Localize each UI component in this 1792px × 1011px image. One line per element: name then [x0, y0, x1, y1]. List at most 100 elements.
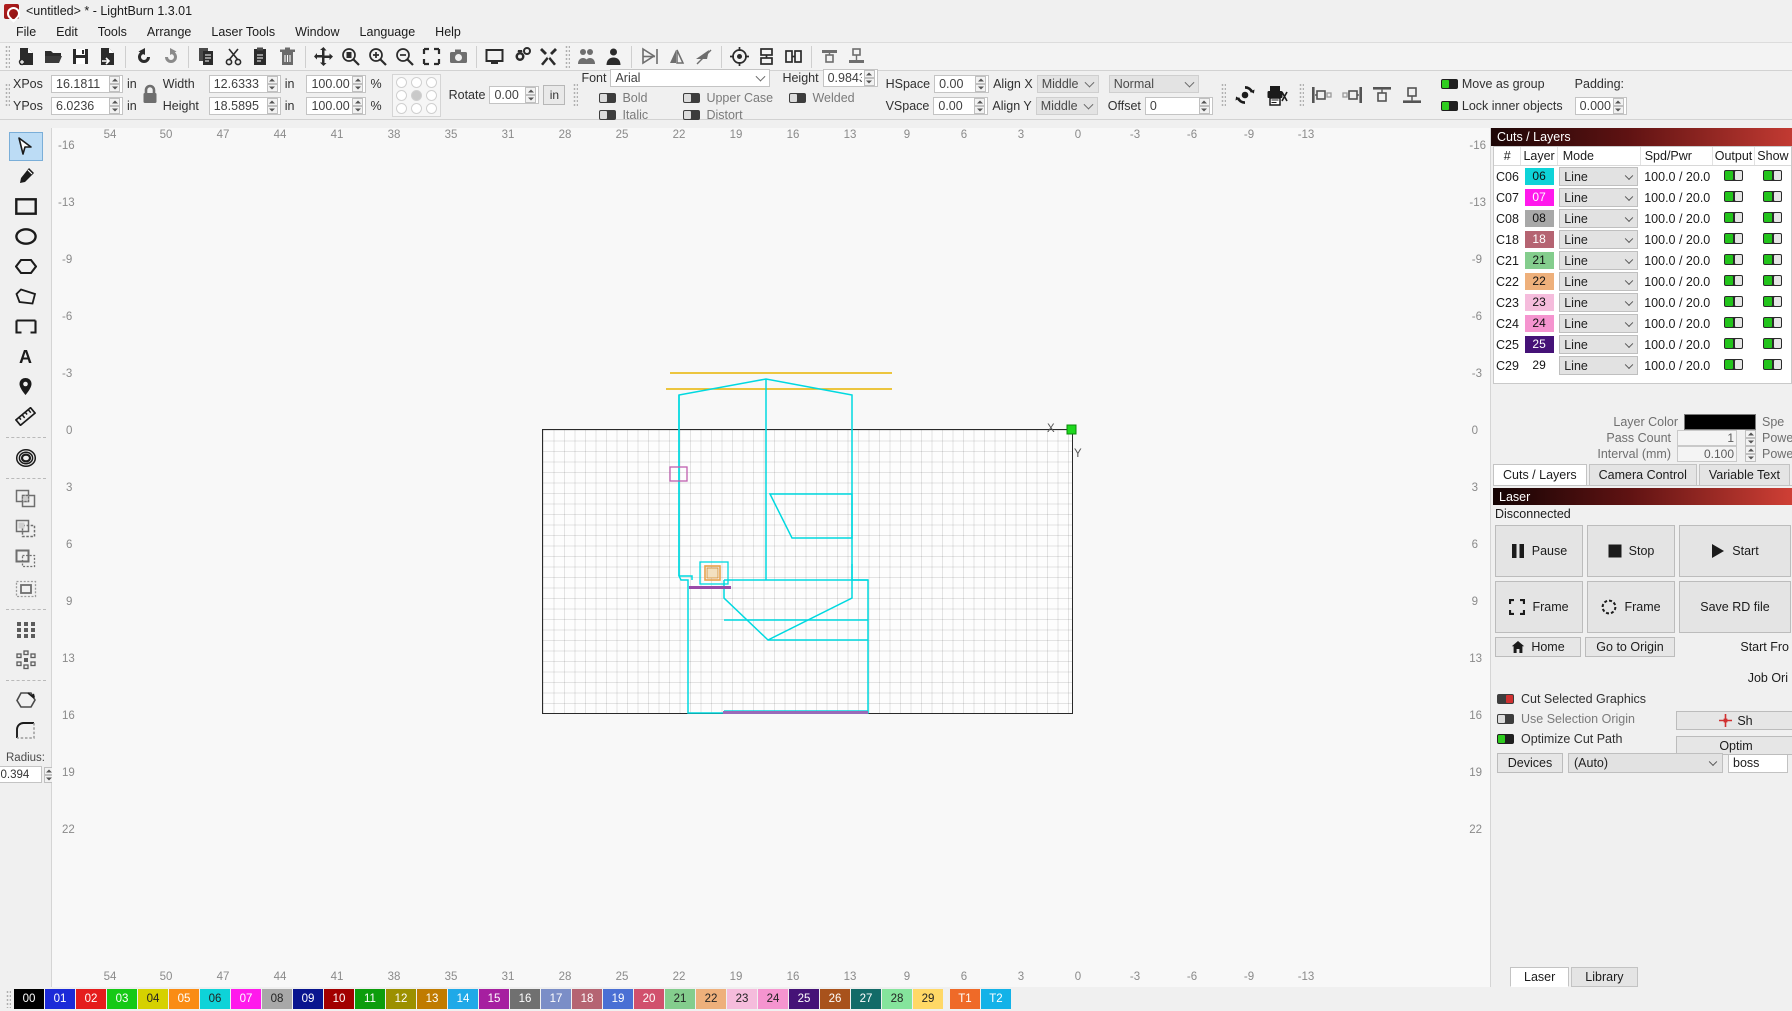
layer-mode-cell[interactable]: Line — [1557, 292, 1640, 313]
text-tool[interactable]: A — [9, 342, 43, 371]
map-pin-tool[interactable] — [9, 372, 43, 401]
palette-swatch-22[interactable]: 22 — [696, 989, 726, 1009]
start-button[interactable]: Start — [1679, 525, 1791, 577]
table-row[interactable]: C29 29 Line 100.0 / 20.0 — [1494, 355, 1791, 376]
zoom-in-icon[interactable] — [364, 44, 391, 70]
palette-swatch-13[interactable]: 13 — [417, 989, 447, 1009]
toolbar-grip[interactable] — [5, 44, 10, 69]
anchor-tc[interactable] — [409, 76, 424, 89]
pass-count-value[interactable]: 1 — [1677, 430, 1737, 446]
palette-swatch-14[interactable]: 14 — [448, 989, 478, 1009]
palette-swatch-T2[interactable]: T2 — [981, 989, 1011, 1009]
palette-swatch-18[interactable]: 18 — [572, 989, 602, 1009]
layer-mode-cell[interactable]: Line — [1557, 187, 1640, 208]
palette-swatch-23[interactable]: 23 — [727, 989, 757, 1009]
align-bottom-icon[interactable] — [1397, 81, 1427, 109]
layer-output-toggle[interactable] — [1712, 271, 1755, 292]
show-last-position-button[interactable]: Sh — [1676, 711, 1792, 730]
width-spinner[interactable] — [266, 76, 278, 92]
offset-spinner[interactable] — [1198, 98, 1210, 114]
palette-swatch-05[interactable]: 05 — [169, 989, 199, 1009]
cut-selected-row[interactable]: Cut Selected Graphics — [1493, 689, 1792, 709]
layer-mode-cell[interactable]: Line — [1557, 250, 1640, 271]
height-percent-input[interactable]: 100.000 — [306, 97, 367, 115]
palette-swatch-20[interactable]: 20 — [634, 989, 664, 1009]
lock-inner-objects-switch[interactable] — [1440, 101, 1458, 111]
closed-shape-tool[interactable] — [9, 312, 43, 341]
palette-swatch-00[interactable]: 00 — [14, 989, 44, 1009]
edit-nodes-tool[interactable] — [9, 162, 43, 191]
table-row[interactable]: C22 22 Line 100.0 / 20.0 — [1494, 271, 1791, 292]
layer-output-toggle[interactable] — [1712, 313, 1755, 334]
distribute-icon[interactable] — [843, 44, 870, 70]
anchor-br[interactable] — [424, 102, 439, 115]
ungroup-icon[interactable] — [600, 44, 627, 70]
palette-swatch-09[interactable]: 09 — [293, 989, 323, 1009]
table-row[interactable]: C24 24 Line 100.0 / 20.0 — [1494, 313, 1791, 334]
cut-selected-switch[interactable] — [1497, 694, 1514, 704]
height-input[interactable]: 18.5895 — [208, 97, 281, 115]
redo-icon[interactable] — [157, 44, 184, 70]
menu-help[interactable]: Help — [425, 23, 471, 41]
layer-mode-cell[interactable]: Line — [1557, 166, 1640, 188]
palette-swatch-27[interactable]: 27 — [851, 989, 881, 1009]
rotary-icon[interactable] — [1229, 80, 1261, 110]
mode-select[interactable]: Line — [1559, 251, 1639, 270]
palette-swatch-04[interactable]: 04 — [138, 989, 168, 1009]
device-settings-icon[interactable] — [535, 44, 562, 70]
zoom-selection-icon[interactable] — [418, 44, 445, 70]
palette-swatch-06[interactable]: 06 — [200, 989, 230, 1009]
menu-file[interactable]: File — [6, 23, 46, 41]
font-group-grip[interactable] — [573, 83, 579, 107]
camera-icon[interactable] — [445, 44, 472, 70]
layer-mode-cell[interactable]: Line — [1557, 355, 1640, 376]
optimize-cut-path-switch[interactable] — [1497, 734, 1514, 744]
width-percent-spinner[interactable] — [352, 76, 364, 92]
palette-grip[interactable] — [6, 990, 11, 1008]
align-icon[interactable] — [816, 44, 843, 70]
offset-input[interactable]: 0 — [1144, 97, 1213, 115]
open-file-icon[interactable] — [40, 44, 67, 70]
palette-swatch-19[interactable]: 19 — [603, 989, 633, 1009]
table-row[interactable]: C18 18 Line 100.0 / 20.0 — [1494, 229, 1791, 250]
cut-icon[interactable] — [220, 44, 247, 70]
artwork-vectors[interactable] — [52, 128, 1490, 868]
font-select[interactable]: Arial — [610, 68, 771, 87]
go-to-origin-button[interactable]: Go to Origin — [1585, 637, 1675, 657]
bold-switch[interactable] — [599, 92, 617, 103]
offset-shapes-tool[interactable] — [9, 443, 43, 472]
copy-icon[interactable] — [193, 44, 220, 70]
palette-swatch-15[interactable]: 15 — [479, 989, 509, 1009]
rotate-input[interactable]: 0.00 — [489, 86, 540, 104]
undo-icon[interactable] — [130, 44, 157, 70]
boolean-exclude-tool[interactable] — [9, 574, 43, 603]
layer-mode-cell[interactable]: Line — [1557, 334, 1640, 355]
layer-show-toggle[interactable] — [1755, 334, 1791, 355]
layer-mode-cell[interactable]: Line — [1557, 229, 1640, 250]
boolean-intersect-tool[interactable] — [9, 544, 43, 573]
save-file-icon[interactable] — [67, 44, 94, 70]
menu-edit[interactable]: Edit — [46, 23, 88, 41]
delete-icon[interactable] — [274, 44, 301, 70]
italic-switch[interactable] — [599, 109, 617, 120]
text-height-spinner[interactable] — [863, 69, 875, 86]
lock-aspect-icon[interactable] — [137, 76, 163, 114]
table-row[interactable]: C07 07 Line 100.0 / 20.0 — [1494, 187, 1791, 208]
layer-output-toggle[interactable] — [1712, 187, 1755, 208]
save-rd-file-button[interactable]: Save RD file — [1679, 581, 1791, 633]
text-height-input[interactable]: 0.9843 — [822, 68, 878, 87]
layer-output-toggle[interactable] — [1712, 292, 1755, 313]
zoom-out-icon[interactable] — [391, 44, 418, 70]
radius-input[interactable]: 0.394 — [0, 766, 42, 783]
new-file-icon[interactable] — [13, 44, 40, 70]
measure-tool[interactable] — [9, 402, 43, 431]
padding-spinner[interactable] — [1612, 98, 1624, 114]
polygon-tool[interactable] — [9, 252, 43, 281]
palette-swatch-02[interactable]: 02 — [76, 989, 106, 1009]
align-right-icon[interactable] — [1337, 81, 1367, 109]
align-group-grip[interactable] — [1298, 83, 1304, 107]
ypos-input[interactable]: 6.0236 — [51, 97, 123, 115]
circular-array-tool[interactable] — [9, 645, 43, 674]
aligny-select[interactable]: Middle — [1035, 97, 1098, 115]
layer-color-cell[interactable]: 08 — [1521, 208, 1557, 229]
